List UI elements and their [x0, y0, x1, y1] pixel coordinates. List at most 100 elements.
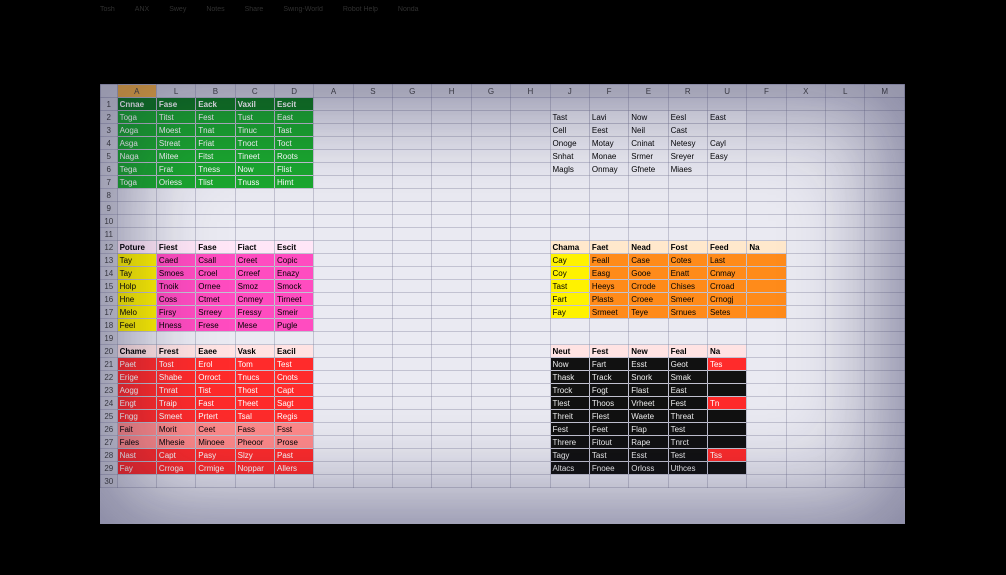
cell[interactable]: Motay — [589, 137, 628, 150]
cell[interactable]: Crreef — [235, 267, 274, 280]
cell[interactable]: Tist — [196, 384, 235, 397]
cell[interactable] — [196, 228, 235, 241]
cell[interactable]: Tirneet — [275, 293, 314, 306]
cell[interactable]: Plasts — [589, 293, 628, 306]
cell[interactable] — [786, 397, 825, 410]
row-header[interactable]: 29 — [101, 462, 118, 475]
cell[interactable] — [826, 215, 865, 228]
cell[interactable]: Fitout — [589, 436, 628, 449]
cell[interactable] — [865, 332, 905, 345]
cell[interactable] — [865, 202, 905, 215]
cell[interactable] — [511, 293, 550, 306]
cell[interactable]: Slzy — [235, 449, 274, 462]
cell[interactable] — [865, 150, 905, 163]
cell[interactable] — [471, 124, 510, 137]
cell[interactable] — [393, 150, 432, 163]
cell[interactable] — [432, 449, 471, 462]
cell[interactable] — [826, 163, 865, 176]
cell[interactable] — [707, 371, 746, 384]
cell[interactable]: Enatt — [668, 267, 707, 280]
cell[interactable]: Fart — [589, 358, 628, 371]
cell[interactable]: Ctmet — [196, 293, 235, 306]
cell[interactable] — [353, 228, 392, 241]
cell[interactable] — [786, 293, 825, 306]
cell[interactable]: Tss — [707, 449, 746, 462]
cell[interactable] — [117, 202, 156, 215]
cell[interactable]: Fost — [668, 241, 707, 254]
cell[interactable] — [786, 410, 825, 423]
cell[interactable]: Tnuss — [235, 176, 274, 189]
cell[interactable] — [747, 124, 786, 137]
cell[interactable] — [471, 228, 510, 241]
cell[interactable]: Teye — [629, 306, 668, 319]
cell[interactable] — [511, 371, 550, 384]
cell[interactable]: Feet — [589, 423, 628, 436]
cell[interactable]: Mese — [235, 319, 274, 332]
cell[interactable] — [314, 475, 353, 488]
cell[interactable] — [314, 280, 353, 293]
cell[interactable] — [471, 111, 510, 124]
cell[interactable]: Fiact — [235, 241, 274, 254]
cell[interactable]: Firsy — [156, 306, 195, 319]
cell[interactable] — [589, 228, 628, 241]
cell[interactable] — [314, 124, 353, 137]
cell[interactable] — [471, 397, 510, 410]
cell[interactable] — [511, 202, 550, 215]
cell[interactable] — [747, 254, 786, 267]
cell[interactable]: Copic — [275, 254, 314, 267]
cell[interactable]: Thost — [235, 384, 274, 397]
column-header[interactable]: A — [117, 85, 156, 98]
cell[interactable] — [511, 228, 550, 241]
cell[interactable] — [393, 280, 432, 293]
cell[interactable] — [826, 202, 865, 215]
cell[interactable] — [550, 202, 589, 215]
cell[interactable]: Fiest — [156, 241, 195, 254]
cell[interactable]: Ornee — [196, 280, 235, 293]
cell[interactable] — [314, 176, 353, 189]
cell[interactable]: Tnoct — [235, 137, 274, 150]
cell[interactable] — [786, 111, 825, 124]
cell[interactable] — [550, 319, 589, 332]
cell[interactable] — [865, 319, 905, 332]
row-header[interactable]: 7 — [101, 176, 118, 189]
cell[interactable]: Srmeet — [589, 306, 628, 319]
row-header[interactable]: 4 — [101, 137, 118, 150]
cell[interactable]: Poture — [117, 241, 156, 254]
cell[interactable] — [826, 280, 865, 293]
cell[interactable]: Creet — [235, 254, 274, 267]
cell[interactable]: Test — [668, 423, 707, 436]
cell[interactable]: Geot — [668, 358, 707, 371]
cell[interactable] — [353, 462, 392, 475]
cell[interactable]: Mitee — [156, 150, 195, 163]
row-header[interactable]: 10 — [101, 215, 118, 228]
column-header[interactable]: R — [668, 85, 707, 98]
cell[interactable]: Friat — [196, 137, 235, 150]
cell[interactable]: Tast — [589, 449, 628, 462]
cell[interactable] — [471, 202, 510, 215]
cell[interactable]: Fngg — [117, 410, 156, 423]
cell[interactable]: Vrheet — [629, 397, 668, 410]
cell[interactable] — [471, 98, 510, 111]
cell[interactable]: Snhat — [550, 150, 589, 163]
cell[interactable]: Fest — [550, 423, 589, 436]
row-header[interactable]: 5 — [101, 150, 118, 163]
cell[interactable] — [432, 293, 471, 306]
cell[interactable] — [393, 228, 432, 241]
cell[interactable] — [511, 436, 550, 449]
cell[interactable]: Hness — [156, 319, 195, 332]
cell[interactable] — [393, 332, 432, 345]
cell[interactable]: Tast — [550, 280, 589, 293]
cell[interactable] — [826, 137, 865, 150]
cell[interactable]: Nead — [629, 241, 668, 254]
cell[interactable] — [353, 332, 392, 345]
cell[interactable] — [865, 358, 905, 371]
cell[interactable] — [707, 215, 746, 228]
cell[interactable] — [786, 98, 825, 111]
cell[interactable]: Crroad — [707, 280, 746, 293]
row-header[interactable]: 8 — [101, 189, 118, 202]
cell[interactable]: New — [629, 345, 668, 358]
cell[interactable]: Minoee — [196, 436, 235, 449]
cell[interactable]: Flist — [275, 163, 314, 176]
spreadsheet-viewport[interactable]: ALBCDASGHGHJFERUFXLM1CnnaeFaseEackVaxilE… — [100, 84, 905, 524]
cell[interactable] — [826, 306, 865, 319]
